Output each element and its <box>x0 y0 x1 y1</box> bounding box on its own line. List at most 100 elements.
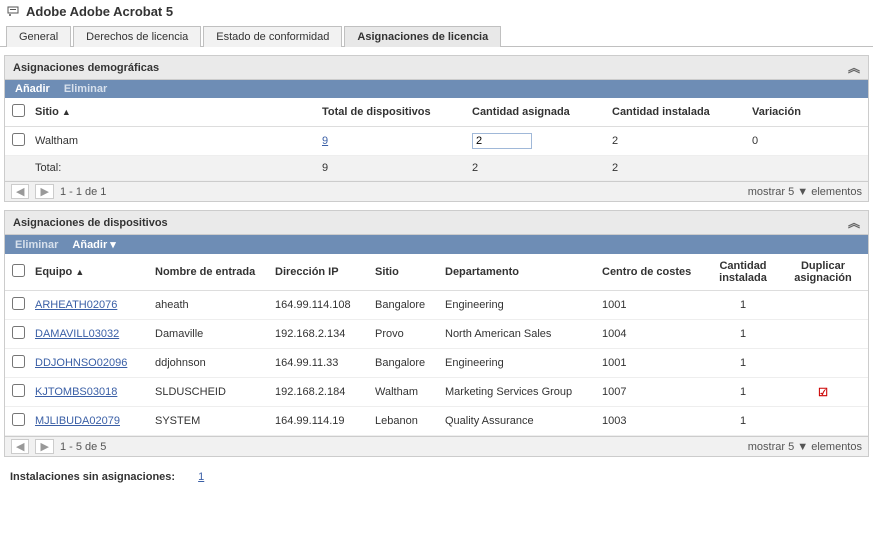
devices-table: Equipo ▲ Nombre de entrada Dirección IP … <box>5 254 868 436</box>
remove-button[interactable]: Eliminar <box>64 83 107 95</box>
devices-panel: Asignaciones de dispositivos ︽ Eliminar … <box>4 210 869 457</box>
check-icon: ☑ <box>782 386 864 399</box>
machine-link[interactable]: MJLIBUDA02079 <box>35 415 120 427</box>
add-button[interactable]: Añadir <box>15 83 50 95</box>
cell-qty: 1 <box>708 407 778 436</box>
row-checkbox[interactable] <box>12 355 25 368</box>
remove-button[interactable]: Eliminar <box>15 239 58 251</box>
col-duplicate[interactable]: Duplicarasignación <box>778 254 868 291</box>
row-checkbox[interactable] <box>12 297 25 310</box>
col-qty-assigned[interactable]: Cantidad asignada <box>468 98 608 127</box>
cell-qty: 1 <box>708 320 778 349</box>
table-row: KJTOMBS03018SLDUSCHEID192.168.2.184Walth… <box>5 378 868 407</box>
collapse-icon[interactable]: ︽ <box>848 214 860 231</box>
next-page-button[interactable]: ▶ <box>35 439 53 454</box>
table-header-row: Sitio ▲ Total de dispositivos Cantidad a… <box>5 98 868 127</box>
demographic-toolbar: Añadir Eliminar <box>5 80 868 98</box>
cell-site: Provo <box>371 320 441 349</box>
col-site[interactable]: Sitio <box>371 254 441 291</box>
demographic-panel: Asignaciones demográficas ︽ Añadir Elimi… <box>4 55 869 202</box>
cell-dept: Engineering <box>441 291 598 320</box>
tab-bar: General Derechos de licencia Estado de c… <box>0 25 873 47</box>
tab-license-rights[interactable]: Derechos de licencia <box>73 26 201 47</box>
devices-header: Asignaciones de dispositivos ︽ <box>5 211 868 235</box>
cell-ip: 164.99.11.33 <box>271 349 371 378</box>
machine-link[interactable]: KJTOMBS03018 <box>35 386 117 398</box>
sort-icon: ▲ <box>62 107 71 117</box>
cell-duplicate <box>778 320 868 349</box>
cell-site: Lebanon <box>371 407 441 436</box>
row-checkbox[interactable] <box>12 133 25 146</box>
pager-count[interactable]: 5 <box>788 441 794 453</box>
machine-link[interactable]: ARHEATH02076 <box>35 299 117 311</box>
cell-costcenter: 1001 <box>598 349 708 378</box>
devices-title: Asignaciones de dispositivos <box>13 217 168 229</box>
table-row: DDJOHNSO02096 ddjohnson164.99.11.33Bangal… <box>5 349 868 378</box>
cell-dept: North American Sales <box>441 320 598 349</box>
cell-login: ddjohnson <box>151 349 271 378</box>
col-ip[interactable]: Dirección IP <box>271 254 371 291</box>
tab-general[interactable]: General <box>6 26 71 47</box>
pager-range: 1 - 5 de 5 <box>60 441 106 453</box>
table-row: ARHEATH02076 aheath164.99.114.108Bangalor… <box>5 291 868 320</box>
cell-dept: Marketing Services Group <box>441 378 598 407</box>
row-checkbox[interactable] <box>12 326 25 339</box>
cell-qty-installed: 2 <box>608 127 748 156</box>
unassigned-row: Instalaciones sin asignaciones: 1 <box>0 457 873 493</box>
cell-variance: 0 <box>748 127 868 156</box>
prev-page-button[interactable]: ◀ <box>11 439 29 454</box>
col-costcenter[interactable]: Centro de costes <box>598 254 708 291</box>
pager-show: mostrar 5 ▼ elementos <box>748 186 862 198</box>
add-button[interactable]: Añadir▾ <box>72 238 115 251</box>
dropdown-icon: ▾ <box>110 238 116 251</box>
qty-assigned-input[interactable] <box>472 133 532 149</box>
cell-site: Bangalore <box>371 349 441 378</box>
demographic-table: Sitio ▲ Total de dispositivos Cantidad a… <box>5 98 868 181</box>
devices-toolbar: Eliminar Añadir▾ <box>5 235 868 254</box>
unassigned-count-link[interactable]: 1 <box>198 471 204 483</box>
cell-site: Waltham <box>371 378 441 407</box>
unassigned-label: Instalaciones sin asignaciones: <box>10 471 175 483</box>
col-machine[interactable]: Equipo ▲ <box>31 254 151 291</box>
pager-count[interactable]: 5 <box>788 186 794 198</box>
col-qty-installed[interactable]: Cantidad instalada <box>608 98 748 127</box>
cell-total-devices-link[interactable]: 9 <box>322 135 328 147</box>
select-all-checkbox[interactable] <box>12 104 25 117</box>
table-header-row: Equipo ▲ Nombre de entrada Dirección IP … <box>5 254 868 291</box>
prev-page-button[interactable]: ◀ <box>11 184 29 199</box>
next-page-button[interactable]: ▶ <box>35 184 53 199</box>
tab-compliance[interactable]: Estado de conformidad <box>203 26 342 47</box>
col-dept[interactable]: Departamento <box>441 254 598 291</box>
cell-dept: Engineering <box>441 349 598 378</box>
demographic-title: Asignaciones demográficas <box>13 62 159 74</box>
devices-pager: ◀ ▶ 1 - 5 de 5 mostrar 5 ▼ elementos <box>5 436 868 456</box>
machine-link[interactable]: DAMAVILL03032 <box>35 328 119 340</box>
cell-ip: 164.99.114.108 <box>271 291 371 320</box>
cell-duplicate: ☑ <box>778 378 868 407</box>
col-total-devices[interactable]: Total de dispositivos <box>318 98 468 127</box>
cell-site: Waltham <box>31 127 318 156</box>
row-checkbox[interactable] <box>12 413 25 426</box>
cell-site: Bangalore <box>371 291 441 320</box>
cell-login: SYSTEM <box>151 407 271 436</box>
window-title-bar: Adobe Adobe Acrobat 5 <box>0 0 873 23</box>
select-all-checkbox[interactable] <box>12 264 25 277</box>
totals-installed: 2 <box>608 156 748 181</box>
tab-assignments[interactable]: Asignaciones de licencia <box>344 26 501 47</box>
pager-range: 1 - 1 de 1 <box>60 186 106 198</box>
col-site[interactable]: Sitio ▲ <box>31 98 318 127</box>
cell-costcenter: 1004 <box>598 320 708 349</box>
cell-ip: 192.168.2.134 <box>271 320 371 349</box>
cell-costcenter: 1007 <box>598 378 708 407</box>
cell-duplicate <box>778 349 868 378</box>
cell-login: aheath <box>151 291 271 320</box>
col-login[interactable]: Nombre de entrada <box>151 254 271 291</box>
totals-devices: 9 <box>318 156 468 181</box>
collapse-icon[interactable]: ︽ <box>848 59 860 76</box>
cell-ip: 164.99.114.19 <box>271 407 371 436</box>
machine-link[interactable]: DDJOHNSO02096 <box>35 357 127 369</box>
row-checkbox[interactable] <box>12 384 25 397</box>
col-qty-installed[interactable]: Cantidadinstalada <box>708 254 778 291</box>
totals-assigned: 2 <box>468 156 608 181</box>
col-variance[interactable]: Variación <box>748 98 868 127</box>
